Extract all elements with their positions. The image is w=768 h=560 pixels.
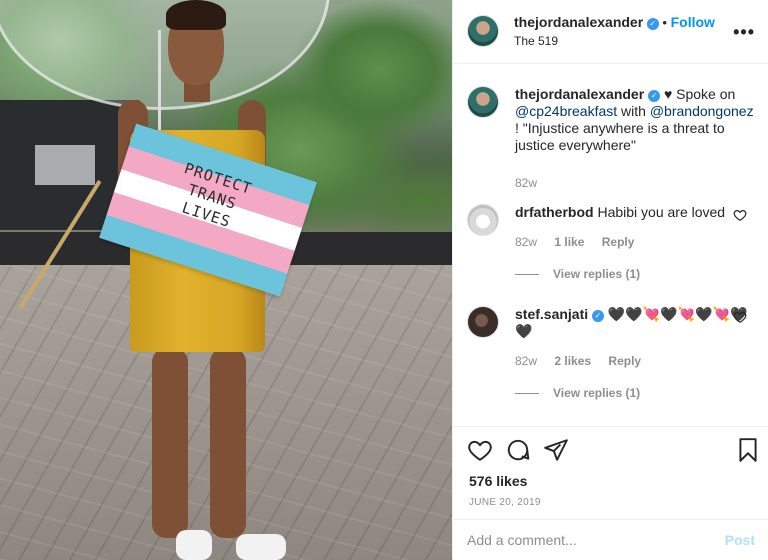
- commenter-avatar[interactable]: [467, 306, 499, 338]
- caption-avatar[interactable]: [467, 86, 499, 118]
- verified-badge-icon: ✓: [646, 18, 659, 30]
- like-comment-heart-icon[interactable]: [733, 208, 747, 222]
- more-options-icon[interactable]: •••: [733, 22, 755, 43]
- post-comment-button[interactable]: Post: [725, 532, 755, 548]
- heart-emoji: ♥: [663, 86, 673, 102]
- caption: thejordanalexander ✓ ♥ Spoke on @cp24bre…: [467, 86, 757, 190]
- reply-button[interactable]: Reply: [608, 354, 641, 368]
- verified-badge-icon: ✓: [592, 310, 605, 322]
- comment-meta: 82w 1 like Reply: [515, 235, 757, 249]
- like-comment-heart-icon[interactable]: [733, 310, 747, 324]
- person-leg-left: [152, 348, 188, 538]
- post-date[interactable]: JUNE 20, 2019: [469, 497, 541, 508]
- person-shoe-right: [236, 534, 286, 560]
- caption-meta: 82w: [515, 176, 757, 190]
- author-username[interactable]: thejordanalexander: [514, 14, 643, 30]
- comment-likes[interactable]: 2 likes: [554, 354, 591, 368]
- comment-text: stef.sanjati ✓ 🖤🖤💘🖤💘🖤💘🖤 🖤: [515, 306, 757, 340]
- comment-item: drfatherbod Habibi you are loved 82w 1 l…: [467, 204, 757, 281]
- comment-bubble-icon[interactable]: [505, 437, 531, 463]
- mention-link-1[interactable]: @cp24breakfast: [515, 103, 617, 119]
- commenter-username[interactable]: drfatherbod: [515, 204, 594, 220]
- person-hair: [166, 0, 226, 30]
- save-bookmark-icon[interactable]: [735, 437, 761, 463]
- caption-text: thejordanalexander ✓ ♥ Spoke on @cp24bre…: [515, 86, 757, 154]
- caption-text-part-3: ! "Injustice anywhere is a threat to jus…: [515, 120, 725, 153]
- commenter-avatar[interactable]: [467, 204, 499, 236]
- person-shoe-left: [176, 530, 212, 560]
- comments-list[interactable]: thejordanalexander ✓ ♥ Spoke on @cp24bre…: [453, 64, 768, 426]
- post-photo[interactable]: PROTECT TRANS LIVES: [0, 0, 452, 560]
- header-title-row: thejordanalexander ✓ • Follow: [514, 14, 715, 30]
- view-replies-button[interactable]: View replies (1): [515, 267, 757, 281]
- comment-text: drfatherbod Habibi you are loved: [515, 204, 757, 221]
- caption-username[interactable]: thejordanalexander: [515, 86, 644, 102]
- post-location[interactable]: The 519: [514, 34, 558, 48]
- caption-time[interactable]: 82w: [515, 176, 537, 190]
- caption-text-part-1: Spoke on: [672, 86, 736, 102]
- follow-button[interactable]: Follow: [671, 14, 715, 30]
- commenter-username[interactable]: stef.sanjati: [515, 306, 588, 322]
- author-avatar[interactable]: [467, 15, 499, 47]
- person-leg-right: [210, 348, 246, 538]
- replies-divider: [515, 273, 539, 275]
- add-comment-bar: Post: [453, 519, 768, 560]
- comment-time[interactable]: 82w: [515, 354, 537, 368]
- comment-time[interactable]: 82w: [515, 235, 537, 249]
- reply-button[interactable]: Reply: [602, 235, 635, 249]
- verified-badge-icon: ✓: [648, 90, 661, 102]
- post-header: thejordanalexander ✓ • Follow The 519 ••…: [453, 0, 768, 64]
- comment-body: Habibi you are loved: [597, 204, 726, 220]
- comment-meta: 82w 2 likes Reply: [515, 354, 757, 368]
- likes-count[interactable]: 576 likes: [469, 473, 527, 489]
- view-replies-label: View replies (1): [553, 267, 641, 281]
- like-heart-icon[interactable]: [467, 437, 493, 463]
- add-comment-input[interactable]: [467, 532, 707, 548]
- mention-link-2[interactable]: @brandongonez: [650, 103, 754, 119]
- post-actions: 576 likes JUNE 20, 2019 Post: [453, 426, 768, 560]
- comment-likes[interactable]: 1 like: [554, 235, 584, 249]
- replies-divider: [515, 392, 539, 394]
- view-replies-button[interactable]: View replies (1): [515, 386, 757, 400]
- view-replies-label: View replies (1): [553, 386, 641, 400]
- caption-text-part-2: with: [617, 103, 650, 119]
- comment-item: stef.sanjati ✓ 🖤🖤💘🖤💘🖤💘🖤 🖤 82w 2 likes Re…: [467, 306, 757, 400]
- post-side-panel: thejordanalexander ✓ • Follow The 519 ••…: [452, 0, 768, 560]
- background-window: [35, 145, 95, 185]
- header-separator: •: [662, 15, 667, 30]
- share-paper-plane-icon[interactable]: [543, 437, 569, 463]
